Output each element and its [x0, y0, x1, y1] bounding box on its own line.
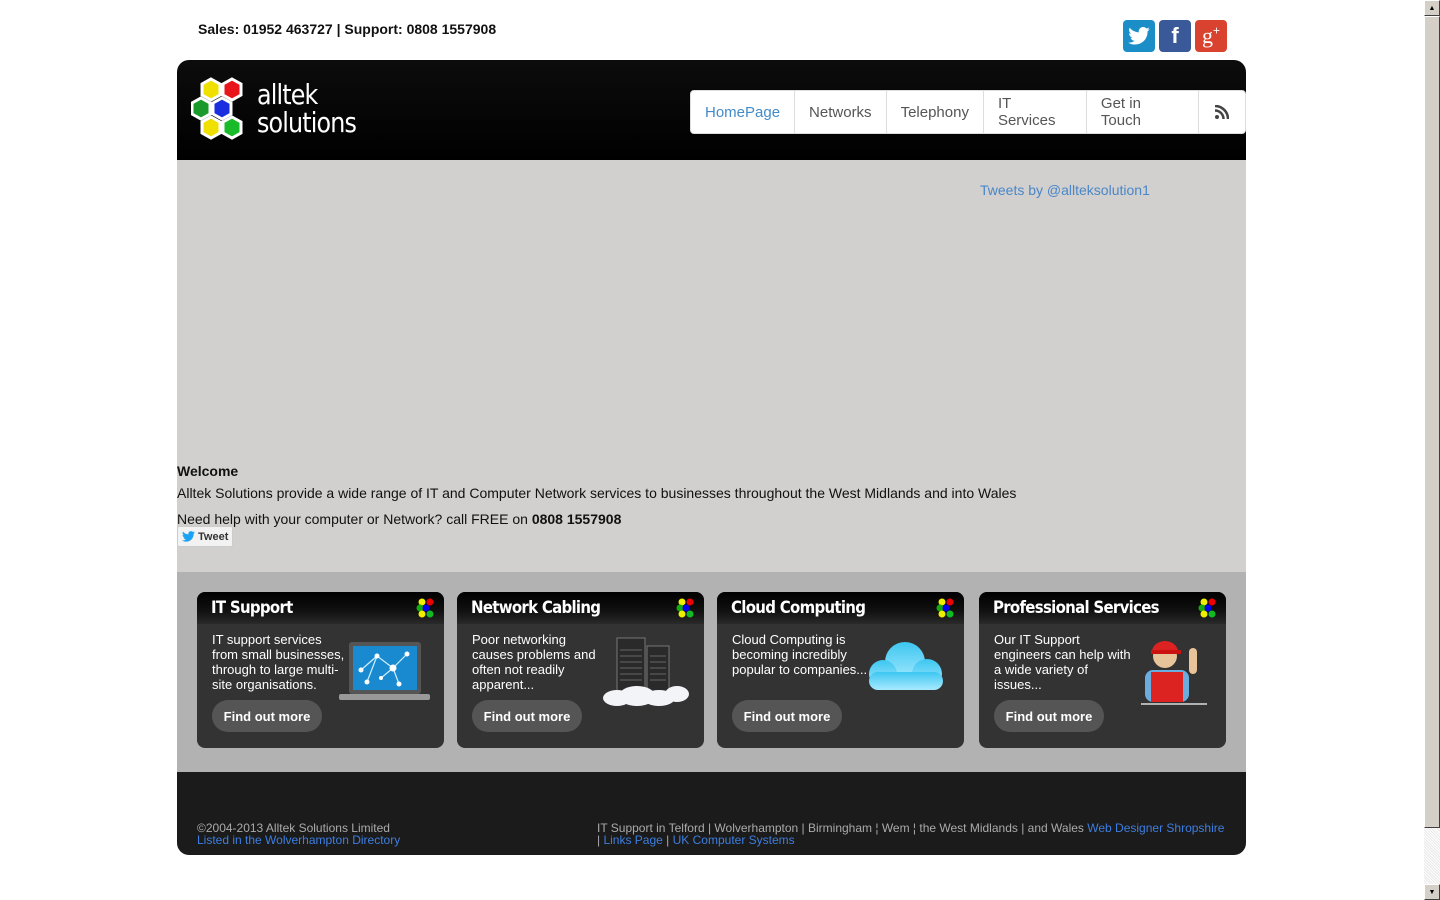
- google-plus-icon: g+: [1201, 23, 1220, 48]
- main-nav: HomePage Networks Telephony IT Services …: [690, 90, 1246, 134]
- logo[interactable]: alltek solutions: [191, 76, 373, 142]
- mini-logo-icon: [416, 598, 434, 618]
- mini-logo-icon: [936, 598, 954, 618]
- footer-links: IT Support in Telford | Wolverhampton | …: [597, 821, 1225, 847]
- vertical-scrollbar[interactable]: ▲ ▼: [1424, 0, 1440, 900]
- help-phone: 0808 1557908: [531, 511, 622, 527]
- nav-it-services[interactable]: IT Services: [984, 91, 1087, 133]
- card-text: Our IT Support engineers can help with a…: [994, 632, 1131, 692]
- engineer-image: [1141, 641, 1207, 705]
- nav-networks[interactable]: Networks: [795, 91, 887, 133]
- card-text: Poor networking causes problems and ofte…: [472, 632, 596, 692]
- welcome-title: Welcome: [177, 463, 239, 479]
- tweet-button[interactable]: Tweet: [177, 526, 234, 547]
- card-title: IT Support: [211, 598, 293, 618]
- uk-computer-systems-link[interactable]: UK Computer Systems: [673, 833, 795, 847]
- contact-numbers: Sales: 01952 463727 | Support: 0808 1557…: [198, 21, 497, 37]
- card-title: Network Cabling: [471, 598, 601, 618]
- find-out-more-button[interactable]: Find out more: [994, 700, 1104, 732]
- site-footer: ©2004-2013 Alltek Solutions Limited List…: [177, 772, 1246, 855]
- tweets-by-link[interactable]: Tweets by @allteksolution1: [980, 182, 1150, 198]
- scroll-down-button[interactable]: ▼: [1424, 884, 1440, 900]
- service-card-professional-services: Professional Services Our IT Support eng…: [979, 592, 1226, 748]
- site-header: alltek solutions HomePage Networks Telep…: [177, 60, 1246, 160]
- scroll-up-button[interactable]: ▲: [1424, 0, 1440, 16]
- nav-telephony[interactable]: Telephony: [887, 91, 984, 133]
- twitter-bird-icon: [182, 531, 195, 542]
- google-plus-link[interactable]: g+: [1195, 20, 1227, 52]
- server-cloud-image: [603, 637, 689, 706]
- logo-hexagons-icon: [191, 77, 243, 140]
- mini-logo-icon: [676, 598, 694, 618]
- scroll-thumb[interactable]: [1424, 16, 1440, 828]
- facebook-icon: f: [1171, 23, 1179, 48]
- find-out-more-button[interactable]: Find out more: [472, 700, 582, 732]
- welcome-section: Welcome Alltek Solutions provide a wide …: [177, 463, 1016, 537]
- facebook-link[interactable]: f: [1159, 20, 1191, 52]
- card-title: Professional Services: [993, 598, 1160, 618]
- help-text: Need help with your computer or Network?…: [177, 511, 622, 527]
- nav-homepage[interactable]: HomePage: [691, 91, 796, 133]
- service-card-cloud-computing: Cloud Computing Cloud Computing is becom…: [717, 592, 964, 748]
- logo-text: alltek solutions: [257, 78, 357, 139]
- card-text: Cloud Computing is becoming incredibly p…: [732, 632, 868, 677]
- laptop-network-image: [339, 642, 430, 700]
- scroll-track[interactable]: [1424, 828, 1440, 884]
- find-out-more-button[interactable]: Find out more: [732, 700, 842, 732]
- mini-logo-icon: [1198, 598, 1216, 618]
- twitter-icon: [1128, 27, 1150, 45]
- social-links: f g+: [1123, 20, 1227, 52]
- service-card-it-support: IT Support IT support services from smal…: [197, 592, 444, 748]
- find-out-more-button[interactable]: Find out more: [212, 700, 322, 732]
- card-title: Cloud Computing: [731, 598, 866, 618]
- cloud-image: [869, 642, 943, 690]
- service-card-network-cabling: Network Cabling Poor networking causes p…: [457, 592, 704, 748]
- services-section: IT Support IT support services from smal…: [177, 572, 1246, 772]
- links-page-link[interactable]: Links Page: [603, 833, 662, 847]
- nav-rss[interactable]: [1199, 91, 1245, 133]
- twitter-link[interactable]: [1123, 20, 1155, 52]
- card-text: IT support services from small businesse…: [212, 632, 345, 692]
- main-content: Tweets by @allteksolution1 Welcome Allte…: [177, 160, 1246, 572]
- rss-icon: [1215, 105, 1229, 119]
- web-designer-link[interactable]: Web Designer Shropshire: [1087, 821, 1224, 835]
- nav-get-in-touch[interactable]: Get in Touch: [1087, 91, 1199, 133]
- welcome-text: Alltek Solutions provide a wide range of…: [177, 485, 1017, 501]
- wolverhampton-directory-link[interactable]: Listed in the Wolverhampton Directory: [197, 833, 400, 847]
